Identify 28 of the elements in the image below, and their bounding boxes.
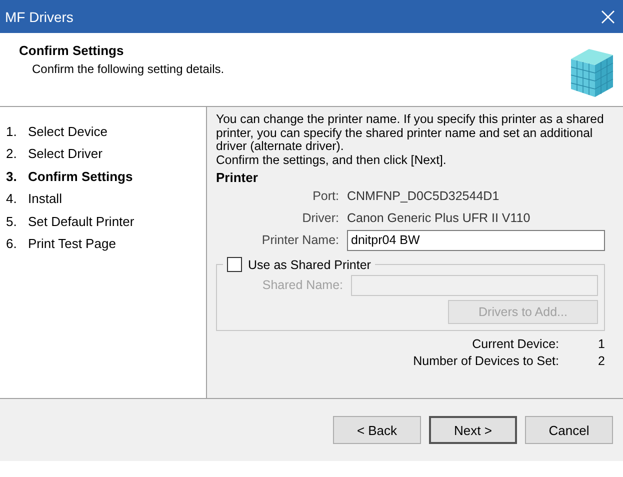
count-label: Current Device: <box>472 337 559 351</box>
printer-name-field[interactable]: dnitpr04 BW <box>347 230 605 250</box>
wizard-step: 3. Confirm Settings <box>6 166 206 186</box>
field-label: Printer Name: <box>260 233 339 247</box>
count-value: 1 <box>597 337 605 351</box>
page-title: Confirm Settings <box>19 43 125 58</box>
wizard-step: 6. Print Test Page <box>6 234 206 254</box>
field-label: Shared Name: <box>261 278 343 292</box>
dialog-button[interactable]: Cancel <box>525 416 613 444</box>
field-value: Canon Generic Plus UFR II V110 <box>347 211 532 225</box>
dialog-button[interactable]: < Back <box>333 416 421 444</box>
instruction-text: Confirm the settings, and then click [Next]. <box>216 154 448 167</box>
section-heading: Printer <box>216 170 259 185</box>
field-label: Port: <box>312 189 339 203</box>
checkbox-label: Use as Shared Printer <box>248 258 371 272</box>
count-value: 2 <box>597 354 605 368</box>
wizard-step: 2. Select Driver <box>6 144 206 164</box>
dialog-button[interactable]: Next > <box>429 416 517 444</box>
instruction-text: You can change the printer name. If you specify this printer as a shared printer, you can specify the shared printer name and set an additional driver (alternate driver). <box>216 113 605 154</box>
page-subtitle: Confirm the following setting details. <box>32 62 224 76</box>
field-label: Driver: <box>301 211 339 225</box>
wizard-step: 4. Install <box>6 188 206 209</box>
wizard-step: 1. Select Device <box>6 121 206 142</box>
count-label: Number of Devices to Set: <box>413 354 559 368</box>
field-value: CNMFNP_D0C5D32544D1 <box>347 189 500 203</box>
close-icon[interactable] <box>601 10 615 24</box>
wizard-step: 5. Set Default Printer <box>6 211 206 232</box>
window-title: MF Drivers <box>5 8 74 24</box>
